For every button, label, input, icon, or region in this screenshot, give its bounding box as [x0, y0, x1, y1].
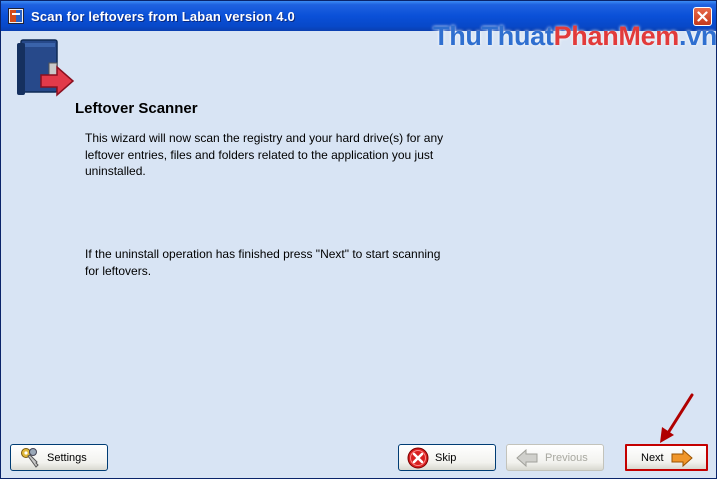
cancel-icon — [407, 447, 429, 468]
watermark-part1: ThuThuat — [433, 21, 554, 51]
previous-button-label: Previous — [545, 451, 588, 464]
arrow-right-icon — [671, 448, 693, 467]
watermark-part3: .vn — [679, 21, 717, 51]
next-button-label: Next — [641, 451, 664, 464]
page-title: Leftover Scanner — [75, 100, 198, 117]
next-button[interactable]: Next — [625, 444, 708, 471]
instruction-text: If the uninstall operation has finished … — [85, 247, 441, 278]
book-exit-icon — [17, 39, 75, 97]
previous-button[interactable]: Previous — [506, 444, 604, 471]
skip-button[interactable]: Skip — [398, 444, 496, 471]
app-icon — [8, 8, 24, 24]
settings-button[interactable]: Settings — [10, 444, 108, 471]
uninstaller-wizard-window: Scan for leftovers from Laban version 4.… — [0, 0, 717, 479]
keys-icon — [21, 447, 39, 468]
red-arrow-pointer-icon — [660, 393, 694, 443]
skip-button-label: Skip — [435, 451, 457, 464]
watermark: ThuThuatPhanMem.vn — [433, 21, 717, 52]
arrow-left-icon — [516, 448, 538, 467]
watermark-part2: PhanMem — [553, 21, 680, 51]
settings-button-label: Settings — [47, 451, 87, 464]
window-title: Scan for leftovers from Laban version 4.… — [31, 9, 295, 24]
intro-text: This wizard will now scan the registry a… — [85, 131, 444, 178]
